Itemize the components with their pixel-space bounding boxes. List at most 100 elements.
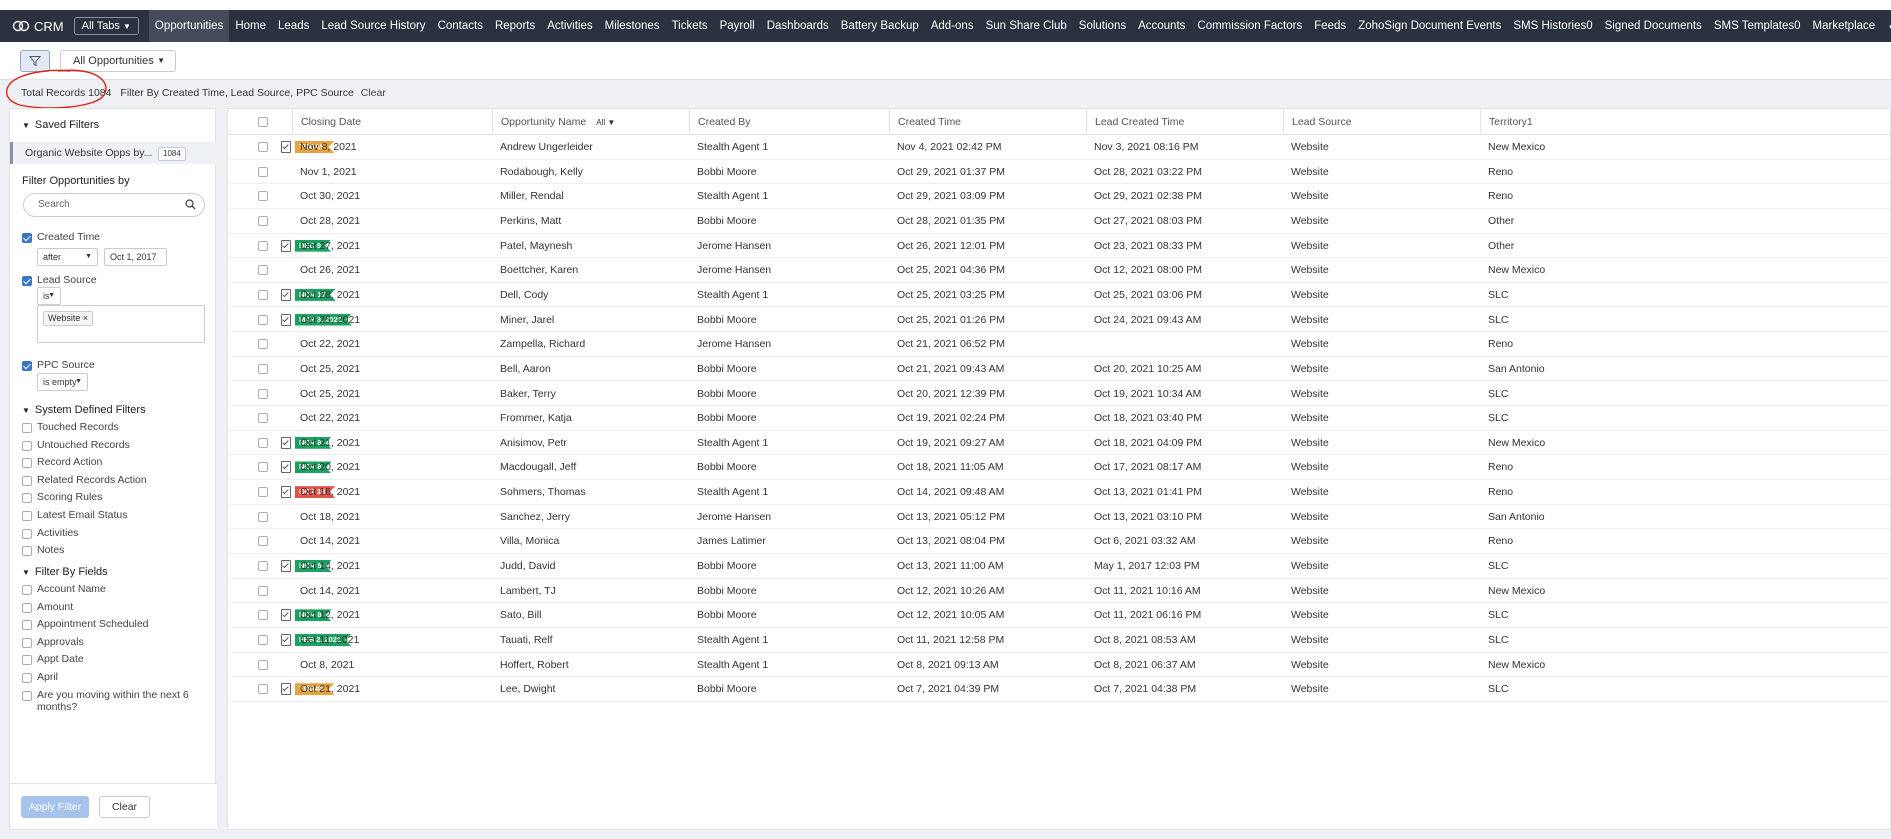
field-filter-checkbox[interactable] — [22, 602, 32, 613]
lead-source-operator[interactable]: is ▼ — [37, 287, 61, 305]
task-check-icon[interactable] — [281, 288, 291, 301]
row-checkbox[interactable] — [258, 536, 268, 547]
saved-filter-item[interactable]: Organic Website Opps by... 1084 — [10, 142, 217, 164]
system-filter-checkbox[interactable] — [22, 458, 32, 469]
task-check-icon[interactable] — [281, 634, 291, 646]
cell-opportunity-name[interactable]: Andrew Ungerleider — [500, 135, 593, 159]
nav-tab-accounts[interactable]: Accounts — [1132, 10, 1191, 42]
select-all-checkbox[interactable] — [258, 117, 268, 127]
nav-tab-add-ons[interactable]: Add-ons — [925, 10, 980, 42]
row-checkbox[interactable] — [258, 289, 268, 300]
nav-tab-sms-templates0[interactable]: SMS Templates0 — [1708, 10, 1807, 42]
row-checkbox[interactable] — [258, 314, 268, 325]
more-tabs-icon[interactable]: ••• — [1881, 18, 1891, 34]
row-checkbox[interactable] — [258, 462, 268, 473]
cell-opportunity-name[interactable]: Dell, Cody — [500, 283, 548, 307]
cell-opportunity-name[interactable]: Baker, Terry — [500, 382, 556, 406]
table-row[interactable]: NOV 8 Oct 21, 2021 Anisimov, Petr Stealth A… — [228, 431, 1890, 456]
nav-tab-payroll[interactable]: Payroll — [714, 10, 761, 42]
row-checkbox[interactable] — [258, 413, 268, 424]
task-check-icon[interactable] — [281, 560, 291, 573]
nav-tab-battery-backup[interactable]: Battery Backup — [835, 10, 925, 42]
row-checkbox[interactable] — [258, 437, 268, 448]
column-header-opportunity-name[interactable]: Opportunity Name All ▼ — [492, 109, 689, 135]
table-row[interactable]: Oct 28, 2021 Perkins, Matt Bobbi Moore Oct … — [228, 209, 1890, 234]
table-row[interactable]: Oct 30, 2021 Miller, Rendal Stealth Agent … — [228, 184, 1890, 209]
ppc-source-operator[interactable]: is empty ▼ — [37, 373, 88, 391]
row-checkbox[interactable] — [258, 166, 268, 177]
table-row[interactable]: Oct 8, 2021 Hoffert, Robert Stealth Agent … — [228, 653, 1890, 678]
table-row[interactable]: Oct 25, 2021 Baker, Terry Bobbi Moore Oct 2… — [228, 382, 1890, 407]
apply-filter-button[interactable]: Apply Filter — [21, 796, 89, 818]
column-header-territory[interactable]: Territory1 — [1480, 109, 1890, 135]
column-header-closing-date[interactable]: Closing Date — [292, 109, 492, 135]
table-row[interactable]: Nov 1, 2021 Rodabough, Kelly Bobbi Moore Oc… — [228, 160, 1890, 185]
cell-opportunity-name[interactable]: Villa, Monica — [500, 529, 559, 553]
clear-filter-link[interactable]: Clear — [361, 87, 386, 99]
cell-opportunity-name[interactable]: Sanchez, Jerry — [500, 505, 570, 529]
cell-opportunity-name[interactable]: Miller, Rendal — [500, 184, 564, 208]
table-row[interactable]: Oct 22, 2021 Zampella, Richard Jerome Hans… — [228, 332, 1890, 357]
table-row[interactable]: MAY 3, 2022 Oct 25, 2021 Miner, Jarel Bobbi… — [228, 308, 1890, 333]
cell-opportunity-name[interactable]: Boettcher, Karen — [500, 258, 578, 282]
column-header-lead-created-time[interactable]: Lead Created Time — [1086, 109, 1283, 135]
nav-tab-lead-source-history[interactable]: Lead Source History — [315, 10, 431, 42]
row-checkbox[interactable] — [258, 487, 268, 498]
table-row[interactable]: Oct 25, 2021 Bell, Aaron Bobbi Moore Oct 21… — [228, 357, 1890, 382]
horizontal-scrollbar[interactable] — [0, 831, 1891, 839]
task-check-icon[interactable] — [281, 436, 291, 449]
nav-tab-tickets[interactable]: Tickets — [666, 10, 714, 42]
name-filter-dropdown[interactable]: All ▼ — [596, 118, 615, 127]
cell-opportunity-name[interactable]: Judd, David — [500, 554, 555, 578]
column-header-created-time[interactable]: Created Time — [889, 109, 1086, 135]
cell-opportunity-name[interactable]: Miner, Jarel — [500, 308, 554, 332]
field-filter-checkbox[interactable] — [22, 690, 32, 701]
all-tabs-button[interactable]: All Tabs ▼ — [73, 17, 139, 35]
cell-opportunity-name[interactable]: Frommer, Katja — [500, 406, 572, 430]
table-row[interactable]: OCT 19 Oct 16, 2021 Sohmers, Thomas Stealth… — [228, 480, 1890, 505]
field-filter-checkbox[interactable] — [22, 637, 32, 648]
cell-opportunity-name[interactable]: Anisimov, Petr — [500, 431, 567, 455]
task-check-icon[interactable] — [281, 141, 291, 153]
row-checkbox[interactable] — [258, 240, 268, 251]
nav-tab-milestones[interactable]: Milestones — [599, 10, 666, 42]
table-row[interactable]: Oct 22, 2021 Frommer, Katja Bobbi Moore Oct… — [228, 406, 1890, 431]
system-filter-checkbox[interactable] — [22, 493, 32, 504]
nav-tab-sun-share-club[interactable]: Sun Share Club — [980, 10, 1073, 42]
cell-opportunity-name[interactable]: Bell, Aaron — [500, 357, 551, 381]
task-check-icon[interactable] — [281, 486, 291, 499]
cell-opportunity-name[interactable]: Sohmers, Thomas — [500, 480, 586, 504]
cell-opportunity-name[interactable]: Lee, Dwight — [500, 677, 555, 701]
table-row[interactable]: FEB 2, 2022 Oct 11, 2021 Tauati, Relf Steal… — [228, 628, 1890, 653]
cell-opportunity-name[interactable]: Rodabough, Kelly — [500, 160, 583, 184]
system-filter-checkbox[interactable] — [22, 440, 32, 451]
system-filter-checkbox[interactable] — [22, 511, 32, 521]
row-checkbox[interactable] — [258, 610, 268, 621]
saved-filters-header[interactable]: ▼ Saved Filters — [22, 119, 99, 131]
nav-tab-marketplace[interactable]: Marketplace — [1807, 10, 1882, 42]
nav-tab-contacts[interactable]: Contacts — [432, 10, 489, 42]
cell-opportunity-name[interactable]: Sato, Bill — [500, 603, 541, 627]
system-filter-checkbox[interactable] — [22, 475, 32, 486]
nav-tab-reports[interactable]: Reports — [489, 10, 541, 42]
cell-opportunity-name[interactable]: Macdougall, Jeff — [500, 455, 576, 479]
cell-opportunity-name[interactable]: Patel, Maynesh — [500, 234, 572, 258]
view-selector[interactable]: All Opportunities ▼ — [60, 50, 176, 72]
table-row[interactable]: NOV 5 Oct 14, 2021 Judd, David Bobbi Moore O… — [228, 554, 1890, 579]
nav-tab-commission-factors[interactable]: Commission Factors — [1191, 10, 1308, 42]
ppc-source-checkbox[interactable] — [22, 361, 32, 371]
field-filters-header[interactable]: ▼ Filter By Fields — [22, 566, 108, 578]
lead-source-token[interactable]: Website × — [43, 311, 94, 326]
filter-toggle-button[interactable] — [20, 50, 50, 72]
row-checkbox[interactable] — [258, 561, 268, 572]
nav-tab-dashboards[interactable]: Dashboards — [761, 10, 835, 42]
row-checkbox[interactable] — [258, 363, 268, 374]
system-filter-checkbox[interactable] — [22, 528, 32, 539]
table-row[interactable]: Oct 18, 2021 Sanchez, Jerry Jerome Hansen O… — [228, 505, 1890, 530]
column-header-lead-source[interactable]: Lead Source — [1283, 109, 1480, 135]
field-filter-checkbox[interactable] — [22, 585, 32, 595]
nav-tab-leads[interactable]: Leads — [272, 10, 315, 42]
nav-tab-zohosign-document-events[interactable]: ZohoSign Document Events — [1352, 10, 1507, 42]
task-check-icon[interactable] — [281, 683, 291, 696]
row-checkbox[interactable] — [258, 142, 268, 152]
